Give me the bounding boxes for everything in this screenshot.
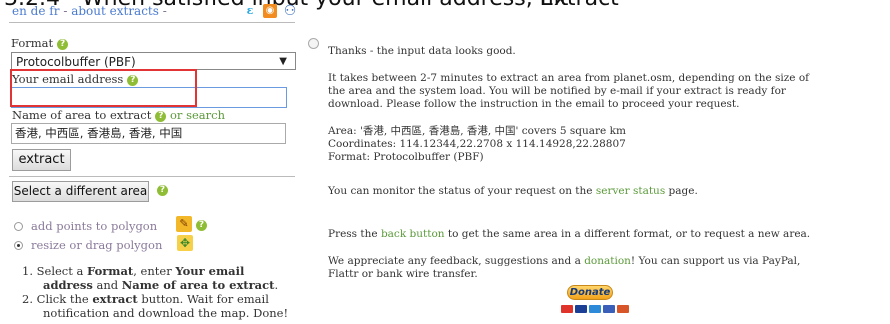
visa-icon bbox=[575, 305, 587, 313]
step-text: Select a bbox=[36, 264, 88, 278]
radio-resize-drag[interactable] bbox=[14, 241, 23, 250]
scroll-marker bbox=[308, 38, 319, 49]
monitor-text: You can monitor the status of your reque… bbox=[328, 185, 698, 198]
divider bbox=[9, 22, 295, 23]
step-bold: Your email bbox=[175, 264, 245, 278]
discover-icon bbox=[617, 305, 629, 313]
info-line: download. Please follow the instruction … bbox=[328, 98, 740, 110]
separator: - bbox=[162, 4, 167, 18]
step-text: , enter bbox=[133, 264, 176, 278]
list-item: 1. Select a Format, enter Your email bbox=[22, 264, 288, 278]
format-label: Format? bbox=[11, 36, 69, 50]
help-icon[interactable]: ? bbox=[57, 38, 69, 50]
coordinates-info: Coordinates: 114.12344,22.2708 x 114.149… bbox=[328, 138, 626, 150]
format-select-value: Protocolbuffer (PBF) bbox=[16, 55, 136, 69]
step-bold: Format bbox=[87, 264, 134, 278]
format-label-text: Format bbox=[11, 36, 54, 50]
radio-resize-drag-label[interactable]: resize or drag polygon bbox=[31, 238, 162, 252]
amex-icon bbox=[589, 305, 601, 313]
search-link[interactable]: search bbox=[186, 108, 225, 122]
list-item: 2. Click the extract button. Wait for em… bbox=[22, 292, 288, 306]
back-button-link[interactable]: back button bbox=[381, 228, 445, 240]
donate-button[interactable]: Donate bbox=[567, 285, 613, 300]
info-line: It takes between 2-7 minutes to extract … bbox=[328, 72, 810, 84]
monitor-text-a: You can monitor the status of your reque… bbox=[328, 185, 596, 197]
github-icon[interactable]: ⚇ bbox=[283, 4, 297, 18]
extract-button[interactable]: extract bbox=[12, 149, 71, 171]
bank-card-icon bbox=[603, 305, 615, 313]
thanks-text: Thanks - the input data looks good. bbox=[328, 45, 516, 57]
feedback-text-b: ! You can support us via PayPal, bbox=[630, 255, 801, 267]
press-text: Press the back button to get the same ar… bbox=[328, 228, 810, 241]
server-status-link[interactable]: server status bbox=[596, 185, 665, 197]
feedback-text-a: We appreciate any feedback, suggestions … bbox=[328, 255, 585, 267]
mastercard-icon bbox=[561, 305, 573, 313]
step-text: Click the bbox=[36, 292, 93, 306]
dropdown-arrow-icon: ▼ bbox=[279, 56, 287, 67]
press-text-a: Press the bbox=[328, 228, 381, 240]
help-icon[interactable]: ? bbox=[196, 220, 207, 231]
monitor-text-b: page. bbox=[665, 185, 698, 197]
radio-add-points-label[interactable]: add points to polygon bbox=[31, 219, 157, 233]
lang-en-link[interactable]: en bbox=[12, 4, 27, 18]
area-label: Name of area to extract? or search bbox=[12, 108, 225, 122]
step-number: 2. bbox=[22, 292, 33, 306]
area-name-input[interactable]: 香港, 中西區, 香港島, 香港, 中国 bbox=[11, 123, 286, 144]
heading-extract-word: Extract bbox=[540, 0, 619, 11]
select-different-area-button[interactable]: Select a different area bbox=[12, 181, 149, 202]
list-item-cont: address and Name of area to extract. bbox=[22, 278, 288, 292]
help-icon[interactable]: ? bbox=[157, 185, 168, 196]
feedback-text: We appreciate any feedback, suggestions … bbox=[328, 255, 800, 268]
format-select[interactable]: Protocolbuffer (PBF) ▼ bbox=[11, 52, 296, 70]
instructions-list: 1. Select a Format, enter Your email add… bbox=[22, 264, 288, 320]
format-info: Format: Protocolbuffer (PBF) bbox=[328, 151, 484, 163]
or-text: or bbox=[169, 108, 183, 122]
step-text: . bbox=[274, 278, 279, 292]
donation-link[interactable]: donation bbox=[584, 255, 631, 267]
area-info: Area: '香港, 中西區, 香港島, 香港, 中国' covers 5 sq… bbox=[328, 125, 626, 137]
step-number: 1. bbox=[22, 264, 33, 278]
step-bold: address bbox=[43, 278, 93, 292]
move-arrows-icon[interactable]: ✥ bbox=[177, 235, 193, 251]
help-icon[interactable]: ? bbox=[155, 110, 167, 122]
rss-icon[interactable]: ◉ bbox=[263, 4, 277, 18]
step-text: and bbox=[92, 278, 122, 292]
area-label-text: Name of area to extract bbox=[12, 108, 152, 122]
twitter-icon[interactable]: ε bbox=[243, 4, 257, 18]
info-line: the area and the system load. You will b… bbox=[328, 85, 786, 97]
step-bold: Name of area to extract bbox=[121, 278, 275, 292]
payment-cards bbox=[561, 305, 629, 313]
press-text-b: to get the same area in a different form… bbox=[444, 228, 811, 240]
step-bold: extract bbox=[92, 292, 138, 306]
feedback-text-line2: Flattr or bank wire transfer. bbox=[328, 268, 478, 280]
highlight-box bbox=[10, 69, 197, 107]
list-item-cont: notification and download the map. Done! bbox=[43, 306, 289, 320]
social-icons: ε ◉ ⚇ bbox=[243, 4, 297, 18]
separator: - bbox=[63, 4, 68, 18]
lang-de-link[interactable]: de bbox=[31, 4, 46, 18]
lang-fr-link[interactable]: fr bbox=[49, 4, 59, 18]
divider bbox=[9, 176, 295, 177]
step-text: button. Wait for email bbox=[137, 292, 269, 306]
radio-add-points[interactable] bbox=[14, 222, 23, 231]
about-extracts-link[interactable]: about extracts bbox=[71, 4, 159, 18]
magic-wand-icon[interactable]: ✎ bbox=[176, 216, 192, 232]
language-bar: en de fr - about extracts - bbox=[12, 4, 167, 18]
